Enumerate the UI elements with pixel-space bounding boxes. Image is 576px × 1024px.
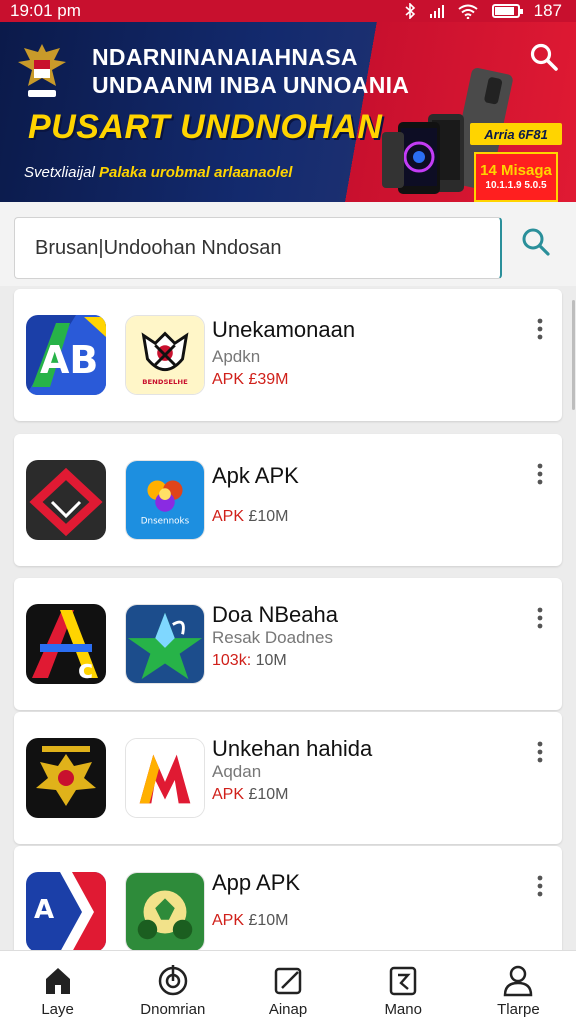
green-game-app-icon bbox=[125, 872, 205, 952]
app-size: APK £39M bbox=[212, 371, 289, 389]
search-bar bbox=[0, 202, 576, 286]
menu-icon bbox=[389, 966, 417, 996]
m-logo-app-icon bbox=[125, 738, 205, 818]
search-input[interactable] bbox=[14, 217, 502, 279]
app-title: App APK bbox=[212, 870, 301, 895]
app-size-prefix: APK bbox=[212, 786, 245, 803]
battery-text: 187 bbox=[533, 1, 562, 20]
app-subtitle: Apdkn bbox=[212, 347, 261, 366]
app-list-item[interactable]: AB BENDSELHE Unekamonaan Apdkn APK £39M bbox=[14, 289, 562, 421]
banner-tagline: Svetxliaijal Palaka urobmal arlaanaolel bbox=[24, 164, 292, 181]
more-options-icon[interactable] bbox=[532, 317, 548, 341]
banner-tagline-rest: Palaka urobmal arlaanaolel bbox=[99, 164, 293, 181]
dealer-icon-text: BENDSELHE bbox=[142, 378, 188, 386]
garuda-emblem-icon bbox=[18, 44, 66, 97]
banner-headline: PUSART UNDNOHAN bbox=[28, 108, 383, 146]
golden-crest-app-icon bbox=[26, 738, 106, 818]
banner-line-2: UNDAANM INBA UNNOANIA bbox=[92, 72, 410, 98]
status-icons: 187 bbox=[404, 1, 562, 21]
promo-badge: Arria 6F81 bbox=[470, 123, 562, 145]
app-title: Unekamonaan bbox=[212, 317, 356, 342]
ac-app-icon: c bbox=[26, 604, 106, 684]
svg-text:c: c bbox=[78, 655, 93, 684]
more-options-icon[interactable] bbox=[532, 740, 548, 764]
more-options-icon[interactable] bbox=[532, 462, 548, 486]
more-options-icon[interactable] bbox=[532, 606, 548, 630]
app-list-item[interactable]: A App APK APK £10M bbox=[14, 846, 562, 956]
profile-icon bbox=[504, 965, 533, 997]
bottom-navigation: Laye Dnomrian Ainap Mano Tlarpe bbox=[0, 950, 576, 1024]
nav-item-menu[interactable]: Mano bbox=[346, 951, 461, 1024]
nav-label: Dnomrian bbox=[140, 1001, 206, 1018]
app-list-item[interactable]: Dnsennoks Apk APK APK £10M bbox=[14, 434, 562, 566]
download-icon bbox=[158, 965, 188, 996]
red-diamond-app-icon bbox=[26, 460, 106, 540]
ab-app-icon: AB bbox=[26, 315, 106, 395]
status-time: 19:01 pm bbox=[10, 1, 81, 20]
battery-icon bbox=[491, 4, 523, 18]
app-subtitle: Resak Doadnes bbox=[212, 628, 333, 647]
app-size: APK £10M bbox=[212, 508, 289, 526]
colorful-flower-app-icon: Dnsennoks bbox=[125, 460, 205, 540]
svg-text:AB: AB bbox=[40, 338, 98, 382]
promo-box: 14 Misaga 10.1.1.9 5.0.5 bbox=[474, 152, 558, 202]
signal-icon bbox=[429, 5, 444, 18]
app-size: 103k: 10M bbox=[212, 652, 287, 670]
app-size-value: £10M bbox=[248, 508, 289, 525]
app-size-prefix: APK bbox=[212, 912, 245, 929]
app-size-prefix: APK bbox=[212, 508, 245, 525]
app-size: APK £10M bbox=[212, 786, 289, 804]
app-title: Doa NBeaha bbox=[212, 602, 338, 627]
nav-item-edit[interactable]: Ainap bbox=[230, 951, 345, 1024]
app-size-value: £10M bbox=[248, 786, 289, 803]
promo-banner[interactable]: NDARNINANAIAHNASA UNDAANM INBA UNNOANIA … bbox=[0, 22, 576, 202]
promo-box-title: 14 Misaga bbox=[480, 162, 552, 179]
app-size-value: £10M bbox=[248, 912, 289, 929]
bluetooth-icon bbox=[405, 3, 415, 19]
search-icon[interactable] bbox=[520, 226, 552, 258]
nav-label: Mano bbox=[384, 1001, 422, 1018]
a-arrow-app-icon: A bbox=[26, 872, 106, 952]
banner-line-1: NDARNINANAIAHNASA bbox=[92, 44, 358, 70]
app-size-value: 10M bbox=[255, 652, 287, 669]
status-bar: 19:01 pm 187 bbox=[0, 0, 576, 22]
nav-item-profile[interactable]: Tlarpe bbox=[461, 951, 576, 1024]
nav-label: Laye bbox=[41, 1001, 74, 1018]
more-options-icon[interactable] bbox=[532, 874, 548, 898]
wifi-icon bbox=[458, 4, 478, 19]
app-size: APK £10M bbox=[212, 912, 289, 930]
flower-icon-text: Dnsennoks bbox=[141, 516, 190, 526]
nav-label: Tlarpe bbox=[497, 1001, 540, 1018]
dealer-app-icon: BENDSELHE bbox=[125, 315, 205, 395]
nav-item-download[interactable]: Dnomrian bbox=[115, 951, 230, 1024]
app-title: Apk APK bbox=[212, 463, 299, 488]
scrollbar[interactable] bbox=[572, 300, 575, 410]
edit-icon bbox=[274, 967, 302, 995]
app-subtitle: Aqdan bbox=[212, 762, 262, 781]
app-title: Unkehan hahida bbox=[212, 736, 373, 761]
nav-item-home[interactable]: Laye bbox=[0, 951, 115, 1024]
app-list-item[interactable]: c Doa NBeaha Resak Doadnes 103k: 10M bbox=[14, 578, 562, 710]
home-icon bbox=[45, 968, 70, 994]
app-size-prefix: 103k: bbox=[212, 652, 252, 669]
banner-tagline-lead: Svetxliaijal bbox=[24, 164, 95, 181]
banner-search-icon[interactable] bbox=[529, 42, 559, 72]
app-size-prefix: APK bbox=[212, 371, 245, 388]
app-list-item[interactable]: Unkehan hahida Aqdan APK £10M bbox=[14, 712, 562, 844]
star-app-icon bbox=[125, 604, 205, 684]
svg-text:A: A bbox=[34, 895, 54, 925]
app-size-value: £39M bbox=[248, 371, 289, 388]
nav-label: Ainap bbox=[268, 1001, 308, 1018]
promo-box-sub: 10.1.1.9 5.0.5 bbox=[485, 180, 547, 191]
